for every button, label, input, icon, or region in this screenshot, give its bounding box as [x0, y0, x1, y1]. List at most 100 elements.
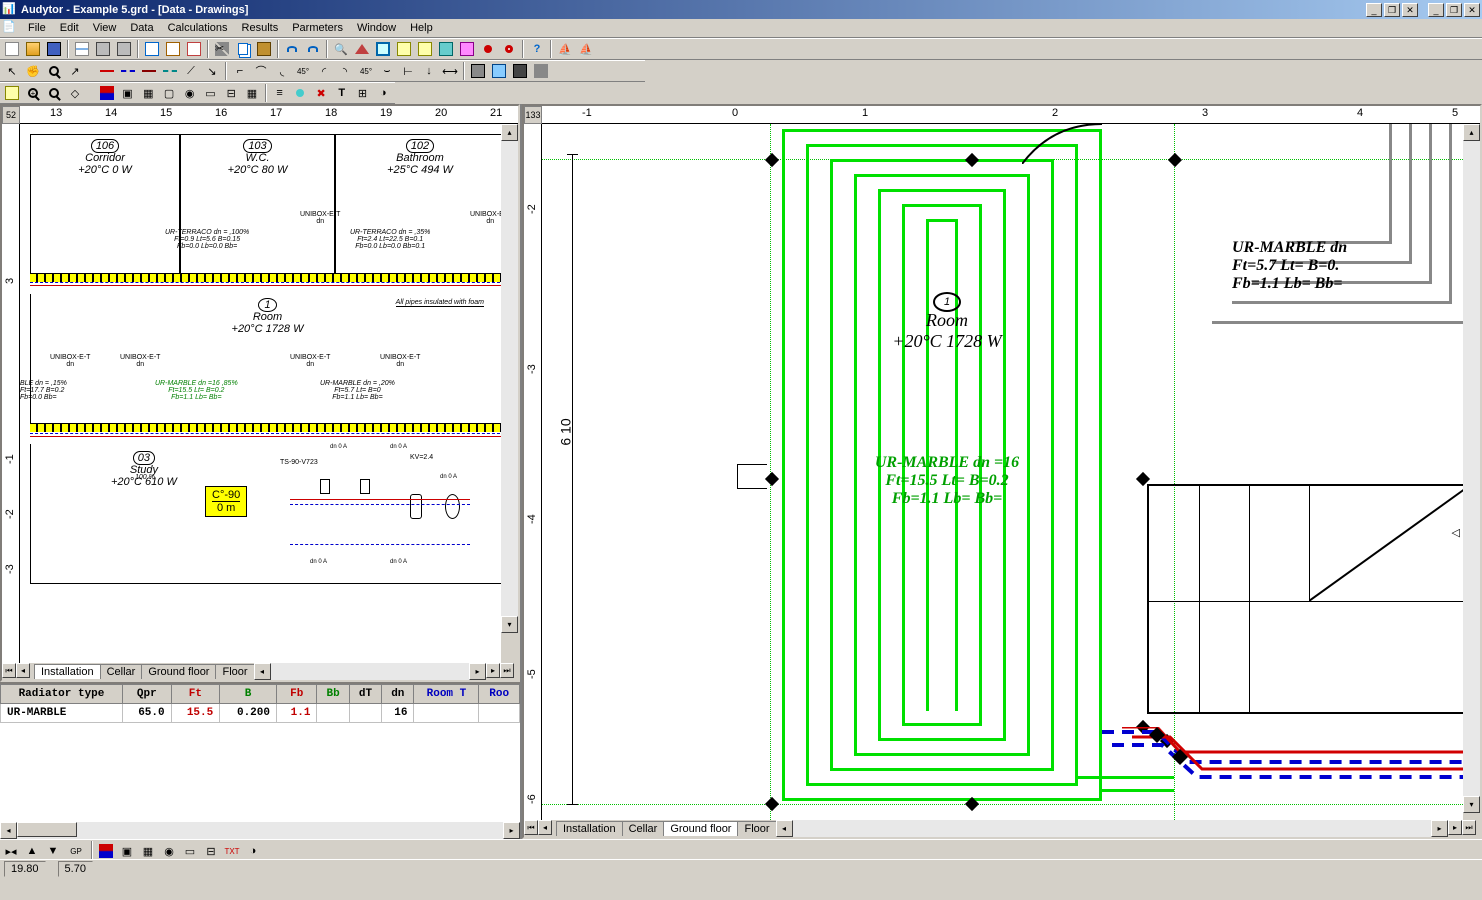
menu-help[interactable]: Help: [403, 20, 440, 36]
cut-button[interactable]: ✂: [212, 39, 232, 59]
arc1[interactable]: ⌐: [230, 61, 250, 81]
component4[interactable]: [531, 61, 551, 81]
line-teal[interactable]: [160, 61, 180, 81]
arc45[interactable]: 45°: [293, 61, 313, 81]
report2-button[interactable]: [163, 39, 183, 59]
tab-cellar-r[interactable]: Cellar: [622, 821, 665, 836]
sym-badge[interactable]: ◑: [373, 83, 393, 103]
paste-button[interactable]: [254, 39, 274, 59]
window-button[interactable]: [373, 39, 393, 59]
sym-valve[interactable]: ▣: [118, 83, 138, 103]
stop-button[interactable]: [478, 39, 498, 59]
select-tool[interactable]: ↖: [2, 61, 22, 81]
child-close-button[interactable]: ✕: [1464, 3, 1480, 17]
component2[interactable]: [489, 61, 509, 81]
tab-floor-r[interactable]: Floor: [737, 821, 776, 836]
sym-manifold[interactable]: ⊟: [221, 83, 241, 103]
left-tab-nav-end[interactable]: ▸⏭: [486, 663, 514, 680]
child-restore-button[interactable]: ❐: [1446, 3, 1462, 17]
arc3[interactable]: ◟: [272, 61, 292, 81]
c90-tag[interactable]: C°-90 0 m: [205, 486, 247, 517]
zoom-tool[interactable]: [44, 61, 64, 81]
menu-data[interactable]: Data: [123, 20, 160, 36]
copy-button[interactable]: [233, 39, 253, 59]
th-fb[interactable]: Fb: [277, 685, 317, 704]
right-tab-nav-end[interactable]: ▸⏭: [1448, 820, 1476, 837]
no-entry-button[interactable]: [499, 39, 519, 59]
eraser[interactable]: ◇: [65, 83, 85, 103]
component3[interactable]: [510, 61, 530, 81]
redo-button[interactable]: [303, 39, 323, 59]
new-button[interactable]: [2, 39, 22, 59]
menu-window[interactable]: Window: [350, 20, 403, 36]
th-type[interactable]: Radiator type: [1, 685, 123, 704]
arc2[interactable]: ⌒: [251, 61, 271, 81]
form2-button[interactable]: [415, 39, 435, 59]
restore-button[interactable]: ❐: [1384, 3, 1400, 17]
find-button[interactable]: 🔍: [331, 39, 351, 59]
props-button[interactable]: [2, 83, 22, 103]
th-dn[interactable]: dn: [382, 685, 414, 704]
bt-rad[interactable]: ▦: [138, 841, 158, 861]
component1[interactable]: [468, 61, 488, 81]
line-end[interactable]: ↘: [202, 61, 222, 81]
th-roo[interactable]: Roo: [479, 685, 520, 704]
bt-badge[interactable]: ◑: [243, 841, 263, 861]
left-hscroll-left[interactable]: ◂: [254, 663, 271, 680]
help-button[interactable]: ?: [527, 39, 547, 59]
tab-installation[interactable]: Installation: [34, 664, 101, 679]
child-minimize-button[interactable]: _: [1428, 3, 1444, 17]
arc6[interactable]: ⌣: [377, 61, 397, 81]
line-break[interactable]: ⟋: [181, 61, 201, 81]
tab-cellar[interactable]: Cellar: [100, 664, 143, 679]
menu-file[interactable]: File: [21, 20, 53, 36]
sym-text[interactable]: T: [332, 83, 352, 103]
gp-button[interactable]: GP: [64, 841, 88, 861]
th-qpr[interactable]: Qpr: [122, 685, 171, 704]
bt-unit[interactable]: ⊟: [201, 841, 221, 861]
left-drawing-canvas[interactable]: 106 Corridor +20°C 0 W 103 W.C. +20°C 80…: [20, 124, 501, 663]
menu-edit[interactable]: Edit: [53, 20, 86, 36]
branch[interactable]: ⊢: [398, 61, 418, 81]
open-button[interactable]: [23, 39, 43, 59]
sym-grid[interactable]: ▦: [242, 83, 262, 103]
tab-floor[interactable]: Floor: [215, 664, 254, 679]
menu-calculations[interactable]: Calculations: [161, 20, 235, 36]
sym-pump[interactable]: ◉: [180, 83, 200, 103]
menu-view[interactable]: View: [86, 20, 124, 36]
arc45b[interactable]: 45°: [356, 61, 376, 81]
goto-button[interactable]: ▸◂: [1, 841, 21, 861]
print-preview-button[interactable]: [93, 39, 113, 59]
close-button[interactable]: ✕: [1402, 3, 1418, 17]
right-tab-nav[interactable]: ⏮◂: [524, 820, 552, 837]
marker[interactable]: ↓: [419, 61, 439, 81]
line-red[interactable]: [97, 61, 117, 81]
menu-results[interactable]: Results: [235, 20, 286, 36]
save-button[interactable]: [44, 39, 64, 59]
right-vscroll[interactable]: ▴ ▾: [1463, 124, 1480, 820]
report1-button[interactable]: [142, 39, 162, 59]
bt-valve[interactable]: ▣: [117, 841, 137, 861]
pan-tool[interactable]: ✊: [23, 61, 43, 81]
right-hscroll-right[interactable]: ▸: [1431, 820, 1448, 837]
sym-grid2[interactable]: ⊞: [353, 83, 373, 103]
table-hscroll-right[interactable]: ▸: [503, 822, 520, 839]
right-drawing-canvas[interactable]: 1 Room +20°C 1728 W UR-MARBLE dn =16 Ft=…: [542, 124, 1463, 820]
left-hscroll-right[interactable]: ▸: [469, 663, 486, 680]
zoom-out[interactable]: [44, 83, 64, 103]
line-blue-dash[interactable]: [118, 61, 138, 81]
tab-ground-floor-r[interactable]: Ground floor: [663, 821, 738, 836]
bt-tank[interactable]: ▭: [180, 841, 200, 861]
bt-pipes[interactable]: [96, 841, 116, 861]
tab-ground-floor[interactable]: Ground floor: [141, 664, 216, 679]
report3-button[interactable]: [184, 39, 204, 59]
bt-pump[interactable]: ◉: [159, 841, 179, 861]
bt-text[interactable]: TXT: [222, 841, 242, 861]
undo-button[interactable]: [282, 39, 302, 59]
th-bb[interactable]: Bb: [317, 685, 349, 704]
calc-button[interactable]: [436, 39, 456, 59]
dim-tool[interactable]: ⟷: [440, 61, 460, 81]
table-button[interactable]: [457, 39, 477, 59]
th-dt[interactable]: dT: [349, 685, 381, 704]
sym-lines[interactable]: ≡: [270, 83, 290, 103]
